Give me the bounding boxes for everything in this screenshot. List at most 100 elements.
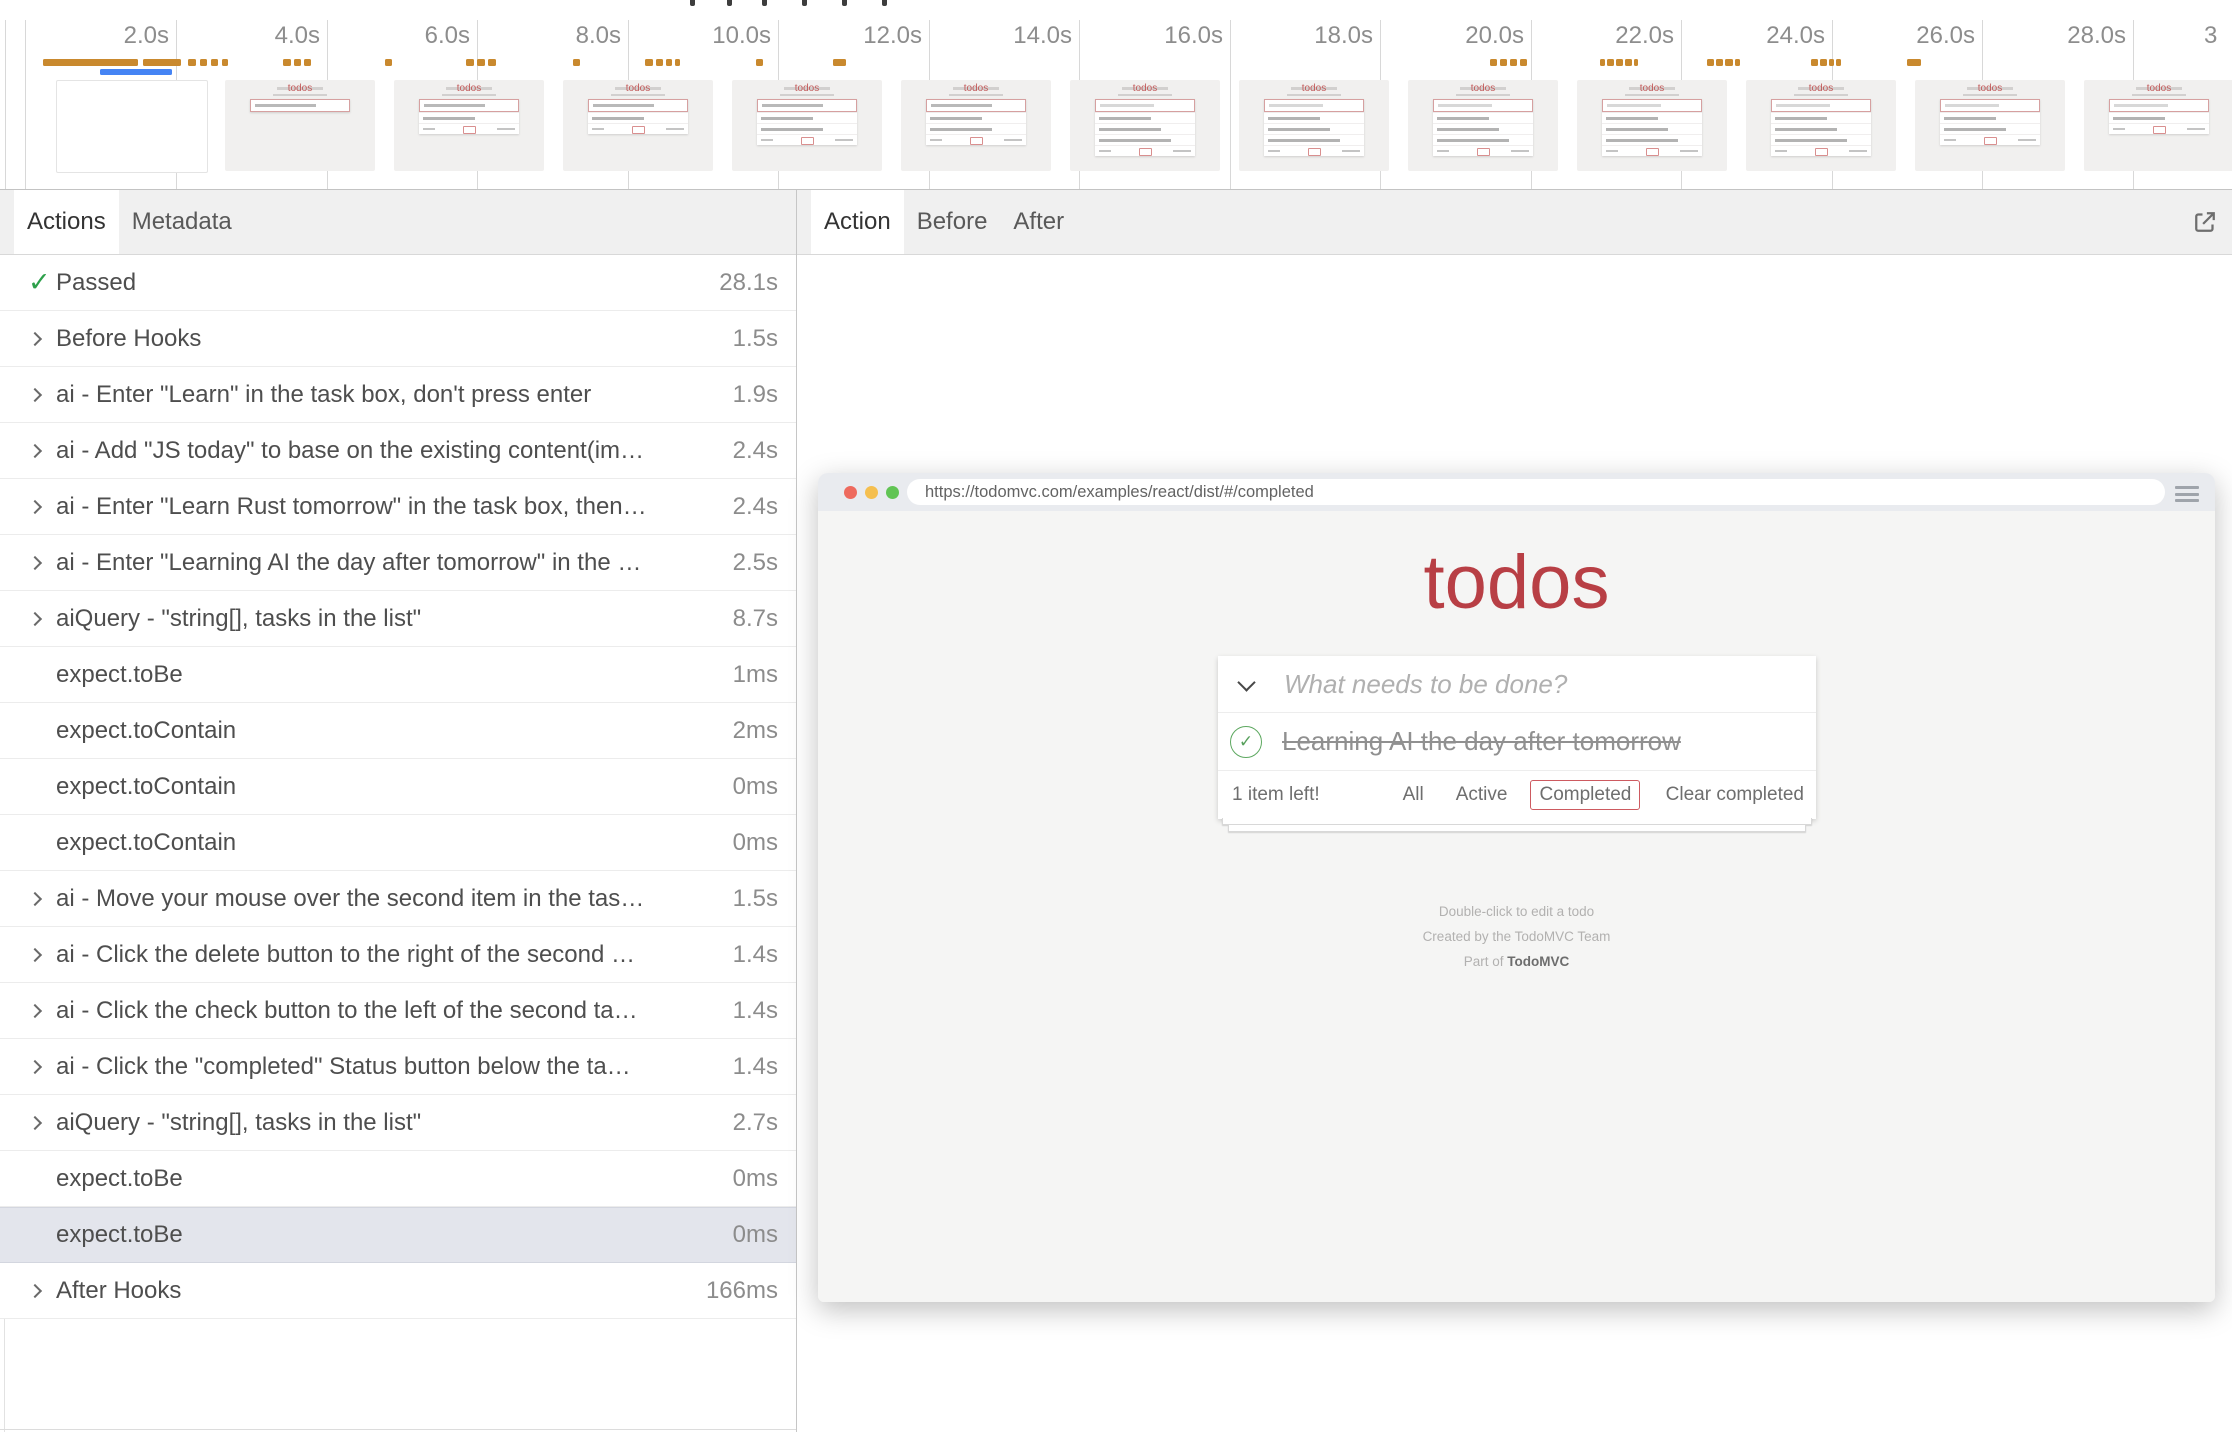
action-duration: 2ms (733, 717, 778, 745)
thumbnail-todo-card (588, 99, 688, 134)
action-row[interactable]: ai - Click the delete button to the righ… (0, 927, 796, 983)
filmstrip-thumbnail[interactable]: todos (1070, 80, 1220, 171)
timeline-action-mark (477, 59, 485, 66)
thumbnail-filter-box (1815, 148, 1828, 156)
timeline-action-mark (756, 59, 763, 66)
timeline-action-mark (1725, 59, 1733, 66)
action-row[interactable]: expect.toBe0ms (0, 1207, 796, 1263)
action-row[interactable]: ✓Passed28.1s (0, 255, 796, 311)
action-row[interactable]: ai - Enter "Learn" in the task box, don'… (0, 367, 796, 423)
action-duration: 1.4s (733, 997, 778, 1025)
thumbnail-todo-text (2113, 117, 2165, 120)
thumbnail-footer-text (1342, 150, 1360, 153)
timeline-action-mark (1490, 59, 1497, 66)
chevron-right-icon (28, 1062, 56, 1072)
action-duration: 166ms (706, 1277, 778, 1305)
timeline-action-mark (1907, 59, 1921, 66)
action-duration: 0ms (733, 773, 778, 801)
browser-chrome: https://todomvc.com/examples/react/dist/… (818, 473, 2215, 511)
action-label: ai - Click the "completed" Status button… (56, 1053, 719, 1081)
thumbnail-todo-row (1095, 134, 1195, 145)
new-todo-row[interactable]: What needs to be done? (1218, 656, 1816, 712)
filmstrip-thumbnail[interactable]: todos (1746, 80, 1896, 171)
timeline-action-mark (1716, 59, 1723, 66)
timeline-action-mark (656, 59, 663, 66)
filmstrip-thumbnail[interactable]: todos (394, 80, 544, 171)
action-row[interactable]: aiQuery - "string[], tasks in the list"8… (0, 591, 796, 647)
thumbnail-footer-row (1095, 145, 1195, 156)
open-in-new-window-icon[interactable] (2190, 207, 2220, 237)
tab-metadata[interactable]: Metadata (119, 190, 245, 254)
thumbnail-footer-text (835, 139, 853, 142)
clear-completed-button[interactable]: Clear completed (1666, 784, 1804, 806)
action-duration: 2.7s (733, 1109, 778, 1137)
thumbnail-footer-text (1775, 150, 1787, 153)
filmstrip-thumbnail[interactable]: todos (563, 80, 713, 171)
action-row[interactable]: ai - Click the check button to the left … (0, 983, 796, 1039)
filter-completed[interactable]: Completed (1530, 780, 1640, 810)
thumbnail-todo-text (1268, 117, 1320, 120)
action-row[interactable]: ai - Click the "completed" Status button… (0, 1039, 796, 1095)
timeline-ruler[interactable]: 2.0s4.0s6.0s8.0s10.0s12.0s14.0s16.0s18.0… (0, 0, 2232, 190)
todomvc-brand-link[interactable]: TodoMVC (1507, 954, 1569, 969)
action-duration: 28.1s (719, 269, 778, 297)
timeline-action-mark (1510, 59, 1517, 66)
tab-action[interactable]: Action (811, 190, 904, 254)
action-row[interactable]: Before Hooks1.5s (0, 311, 796, 367)
thumbnail-footer-text (423, 128, 435, 131)
filmstrip-thumbnail[interactable]: todos (901, 80, 1051, 171)
action-row[interactable]: ai - Move your mouse over the second ite… (0, 871, 796, 927)
thumbnail-todos-title: todos (1408, 83, 1558, 94)
thumbnail-filter-box (1646, 148, 1659, 156)
action-row[interactable]: ai - Add "JS today" to base on the exist… (0, 423, 796, 479)
filmstrip-thumbnail[interactable]: todos (1239, 80, 1389, 171)
todo-completed-check-icon[interactable]: ✓ (1230, 726, 1262, 758)
thumbnail-filter-box (1984, 137, 1997, 145)
filmstrip-thumbnail[interactable]: todos (2084, 80, 2232, 171)
filmstrip-thumbnail[interactable]: todos (1577, 80, 1727, 171)
todo-card: What needs to be done? ✓ Learning AI the… (1218, 656, 1816, 819)
timeline-action-mark (1616, 59, 1623, 66)
filter-active[interactable]: Active (1447, 780, 1517, 810)
trace-viewer: 2.0s4.0s6.0s8.0s10.0s12.0s14.0s16.0s18.0… (0, 0, 2232, 1432)
actions-panel-tabbar: ActionsMetadata (0, 190, 796, 255)
action-row[interactable]: After Hooks166ms (0, 1263, 796, 1319)
action-row[interactable]: expect.toBe0ms (0, 1151, 796, 1207)
timeline-tick-label: 24.0s (1665, 22, 1825, 48)
timeline-action-mark (573, 59, 580, 66)
timeline-action-mark (675, 59, 680, 66)
action-row[interactable]: ai - Enter "Learning AI the day after to… (0, 535, 796, 591)
todo-item-row[interactable]: ✓ Learning AI the day after tomorrow (1218, 712, 1816, 770)
action-row[interactable]: ai - Enter "Learn Rust tomorrow" in the … (0, 479, 796, 535)
action-row[interactable]: expect.toContain0ms (0, 815, 796, 871)
thumbnail-todo-text (1944, 117, 1996, 120)
tab-actions[interactable]: Actions (14, 190, 119, 254)
filmstrip-thumbnail[interactable]: todos (732, 80, 882, 171)
thumbnail-todos-title: todos (1239, 83, 1389, 94)
tab-after[interactable]: After (1000, 190, 1077, 254)
thumbnail-todo-row (419, 112, 519, 123)
thumbnail-todo-row (926, 112, 1026, 123)
timeline-tick-label: 3 (2204, 22, 2232, 48)
filmstrip-thumbnail[interactable]: todos (1915, 80, 2065, 171)
thumbnail-footer-text (666, 128, 684, 131)
action-row[interactable]: expect.toContain2ms (0, 703, 796, 759)
thumbnail-todo-text (1775, 139, 1847, 142)
tab-before[interactable]: Before (904, 190, 1001, 254)
chevron-right-glyph (28, 1283, 42, 1297)
filmstrip-thumbnail[interactable] (56, 80, 208, 173)
chevron-right-icon (28, 614, 56, 624)
thumbnail-todo-text (423, 117, 475, 120)
new-todo-placeholder[interactable]: What needs to be done? (1284, 656, 1567, 712)
action-row[interactable]: aiQuery - "string[], tasks in the list"2… (0, 1095, 796, 1151)
filmstrip-thumbnail[interactable]: todos (225, 80, 375, 171)
thumbnail-todos-title: todos (394, 83, 544, 94)
filter-all[interactable]: All (1394, 780, 1433, 810)
toggle-all-chevron-down-icon[interactable] (1237, 673, 1255, 691)
thumbnail-todo-text (761, 128, 823, 131)
filmstrip-thumbnail[interactable]: todos (1408, 80, 1558, 171)
action-row[interactable]: expect.toContain0ms (0, 759, 796, 815)
thumbnail-todo-text (930, 117, 982, 120)
thumbnail-todo-card (419, 99, 519, 134)
action-row[interactable]: expect.toBe1ms (0, 647, 796, 703)
